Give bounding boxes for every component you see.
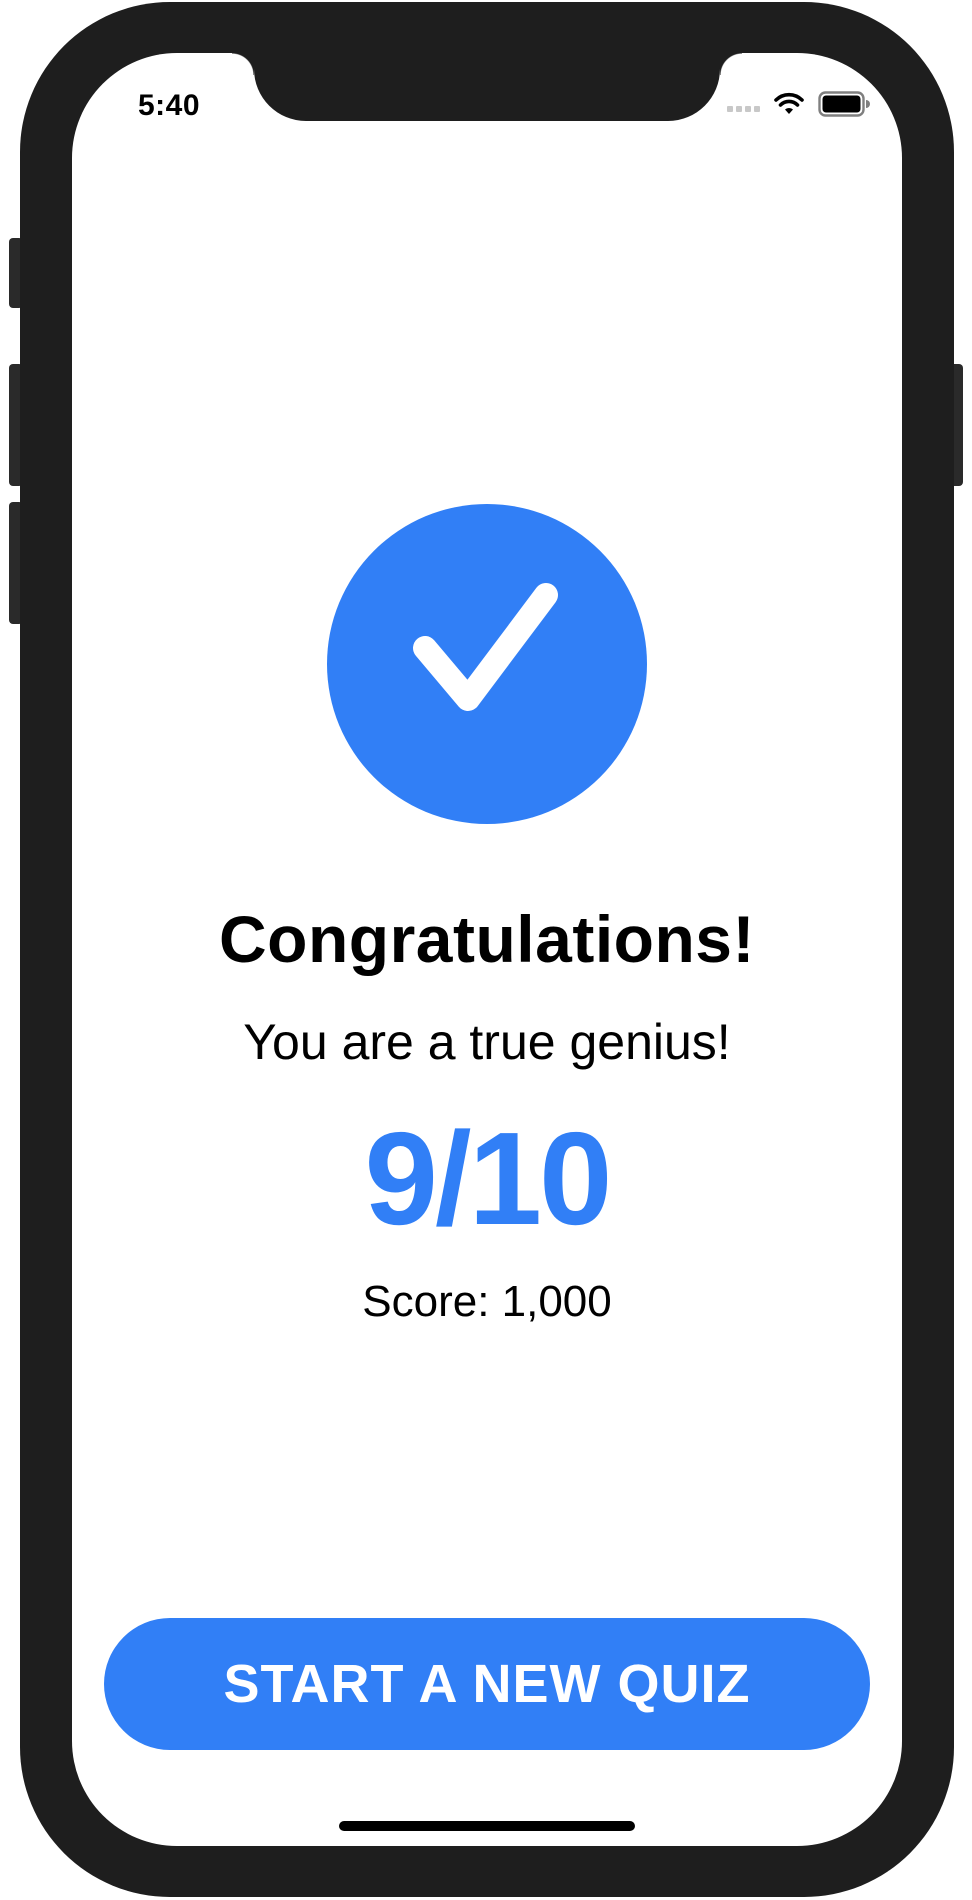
home-indicator[interactable] (339, 1821, 635, 1831)
score-points: Score: 1,000 (362, 1277, 612, 1326)
score-fraction: 9/10 (364, 1105, 613, 1252)
notch (232, 53, 742, 121)
start-new-quiz-button[interactable]: START A NEW QUIZ (104, 1618, 870, 1750)
status-icons (727, 91, 870, 117)
result-subtitle: You are a true genius! (243, 1014, 731, 1070)
status-time: 5:40 (138, 89, 201, 122)
checkmark-circle-icon (327, 504, 647, 824)
wifi-icon (774, 92, 804, 114)
phone-mockup: 5:40 Congratulations! You are a true gen… (0, 0, 972, 1900)
phone-frame: 5:40 Congratulations! You are a true gen… (20, 2, 954, 1897)
cellular-signal-icon (727, 96, 760, 112)
battery-icon (818, 91, 870, 117)
result-title: Congratulations! (219, 902, 755, 976)
phone-screen: 5:40 Congratulations! You are a true gen… (72, 53, 902, 1846)
